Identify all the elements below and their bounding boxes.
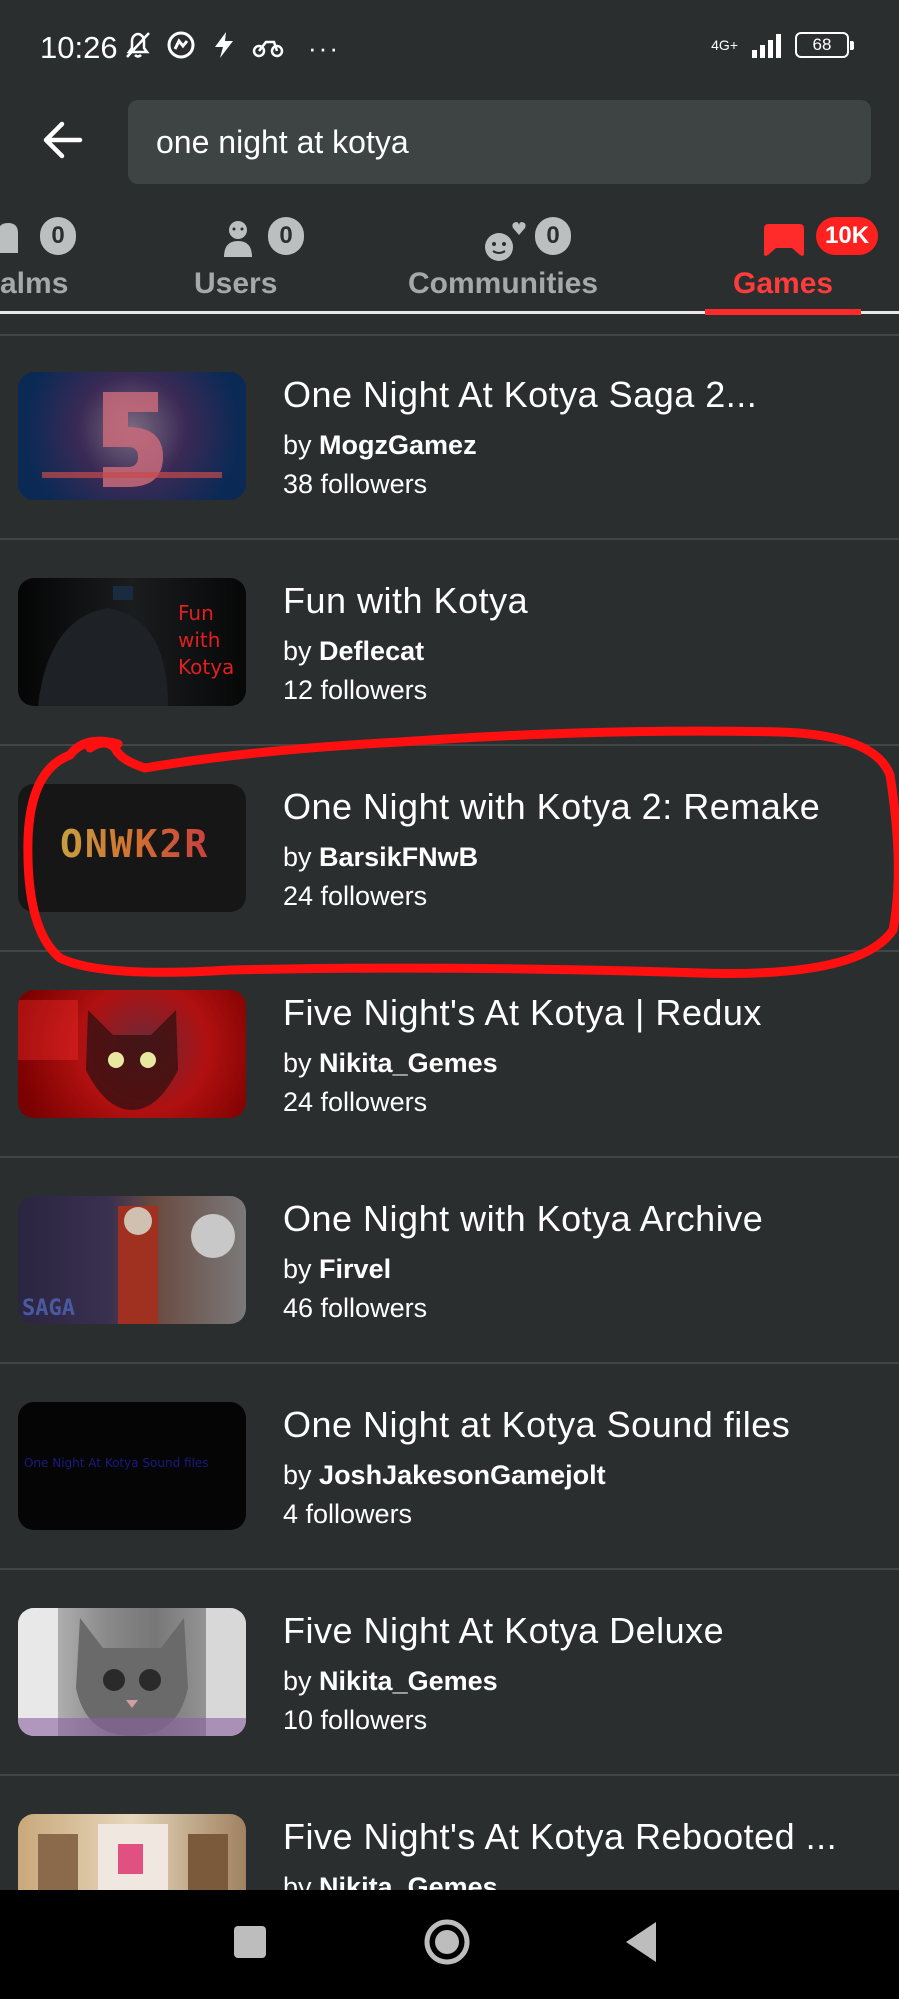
- game-title: One Night with Kotya 2: Remake: [283, 786, 821, 827]
- game-title: One Night At Kotya Saga 2...: [283, 374, 758, 415]
- game-thumbnail: ONWK2R: [18, 784, 246, 912]
- author-name[interactable]: Nikita_Gemes: [319, 1048, 498, 1078]
- tab-label: alms: [0, 267, 69, 300]
- status-icons: ···: [124, 30, 340, 67]
- tab-games[interactable]: 10K Games: [730, 205, 890, 315]
- results-list: One Night At Kotya Saga 2... by MogzGame…: [0, 334, 899, 1890]
- game-author: by Deflecat: [283, 636, 425, 666]
- author-name[interactable]: MogzGamez: [319, 430, 477, 460]
- list-item[interactable]: One Night At Kotya Sound files One Night…: [0, 1364, 899, 1570]
- game-thumbnail: [18, 990, 246, 1118]
- arrow-left-icon: [43, 121, 83, 159]
- network-label: 4G+: [711, 37, 738, 53]
- game-title: One Night with Kotya Archive: [283, 1198, 764, 1239]
- tab-count: 0: [40, 217, 76, 255]
- community-icon: [481, 219, 535, 268]
- game-title: Five Night At Kotya Deluxe: [283, 1610, 725, 1651]
- tab-bar: 0 alms 0 Users 0 Communities 10K Games: [0, 205, 899, 315]
- game-thumbnail: [18, 1608, 246, 1736]
- game-author: by Nikita_Gemes: [283, 1048, 498, 1078]
- tab-label: Games: [733, 267, 834, 300]
- game-followers: 24 followers: [283, 1087, 428, 1117]
- recent-apps-button[interactable]: [232, 1912, 268, 1977]
- game-author: by MogzGamez: [283, 430, 477, 460]
- game-thumbnail: One Night At Kotya Sound files: [18, 1402, 246, 1530]
- nav-back-button[interactable]: [622, 1912, 662, 1977]
- game-thumbnail: [18, 1814, 246, 1890]
- game-followers: 12 followers: [283, 675, 428, 705]
- tab-count: 0: [535, 217, 571, 255]
- thumbnail-text: SAGA: [22, 1296, 75, 1321]
- game-author: by JoshJakesonGamejolt: [283, 1460, 606, 1490]
- back-button[interactable]: [40, 118, 90, 168]
- search-box[interactable]: [128, 100, 871, 184]
- thumbnail-text: One Night At Kotya Sound files: [24, 1456, 209, 1470]
- square-icon: [234, 1926, 266, 1958]
- list-item[interactable]: SAGA One Night with Kotya Archive by Fir…: [0, 1158, 899, 1364]
- author-name[interactable]: JoshJakesonGamejolt: [319, 1460, 606, 1490]
- game-followers: 10 followers: [283, 1705, 428, 1735]
- game-thumbnail: [18, 372, 246, 500]
- tab-count: 0: [268, 217, 304, 255]
- status-bar: 10:26 ··· 4G+ 68: [0, 0, 899, 100]
- tab-communities[interactable]: 0 Communities: [405, 205, 605, 315]
- thumbnail-text: Fun with Kotya: [178, 601, 235, 679]
- game-followers: 46 followers: [283, 1293, 428, 1323]
- game-author: by Nikita_Gemes: [283, 1872, 498, 1890]
- realm-icon: [0, 219, 30, 260]
- list-item[interactable]: Five Night's At Kotya | Redux by Nikita_…: [0, 952, 899, 1158]
- author-name[interactable]: Nikita_Gemes: [319, 1666, 498, 1696]
- list-item[interactable]: Five Night At Kotya Deluxe by Nikita_Gem…: [0, 1570, 899, 1776]
- tab-users[interactable]: 0 Users: [190, 205, 310, 315]
- author-name[interactable]: Deflecat: [319, 636, 424, 666]
- gamepad-icon: [762, 220, 806, 263]
- game-title: Fun with Kotya: [283, 580, 529, 621]
- signal-icon: [752, 32, 781, 58]
- user-icon: [220, 219, 256, 264]
- list-item[interactable]: Five Night's At Kotya Rebooted ... by Ni…: [0, 1776, 899, 1890]
- messenger-icon: [166, 30, 196, 67]
- motorbike-icon: [252, 31, 284, 66]
- game-author: by BarsikFNwB: [283, 842, 479, 872]
- list-item[interactable]: ONWK2R One Night with Kotya 2: Remake by…: [0, 746, 899, 952]
- battery-icon: 68: [795, 32, 854, 58]
- game-thumbnail: Fun with Kotya: [18, 578, 246, 706]
- triangle-back-icon: [626, 1922, 656, 1962]
- game-author: by Nikita_Gemes: [283, 1666, 498, 1696]
- list-item[interactable]: One Night At Kotya Saga 2... by MogzGame…: [0, 334, 899, 540]
- author-name[interactable]: Firvel: [319, 1254, 391, 1284]
- game-followers: 24 followers: [283, 881, 428, 911]
- game-followers: 4 followers: [283, 1499, 413, 1529]
- system-nav-bar: [0, 1890, 899, 1999]
- tab-realms[interactable]: 0 alms: [0, 205, 110, 315]
- game-title: Five Night's At Kotya Rebooted ...: [283, 1816, 838, 1857]
- author-name[interactable]: BarsikFNwB: [319, 842, 478, 872]
- game-title: One Night at Kotya Sound files: [283, 1404, 791, 1445]
- circle-icon: [424, 1919, 470, 1965]
- author-name[interactable]: Nikita_Gemes: [319, 1872, 498, 1890]
- flash-icon: [210, 30, 238, 67]
- tab-label: Users: [194, 267, 278, 300]
- status-right: 4G+ 68: [711, 32, 854, 58]
- more-icon: ···: [308, 33, 340, 63]
- search-input[interactable]: [156, 100, 846, 184]
- home-button[interactable]: [422, 1912, 472, 1977]
- thumbnail-text: ONWK2R: [60, 822, 210, 866]
- bell-off-icon: [124, 30, 152, 67]
- game-thumbnail: SAGA: [18, 1196, 246, 1324]
- tab-label: Communities: [408, 267, 599, 300]
- game-followers: 38 followers: [283, 469, 428, 499]
- game-title: Five Night's At Kotya | Redux: [283, 992, 762, 1033]
- tab-count: 10K: [816, 217, 879, 255]
- game-author: by Firvel: [283, 1254, 392, 1284]
- active-tab-indicator: [705, 309, 861, 315]
- list-item[interactable]: Fun with Kotya Fun with Kotya by Defleca…: [0, 540, 899, 746]
- status-time: 10:26: [40, 30, 118, 65]
